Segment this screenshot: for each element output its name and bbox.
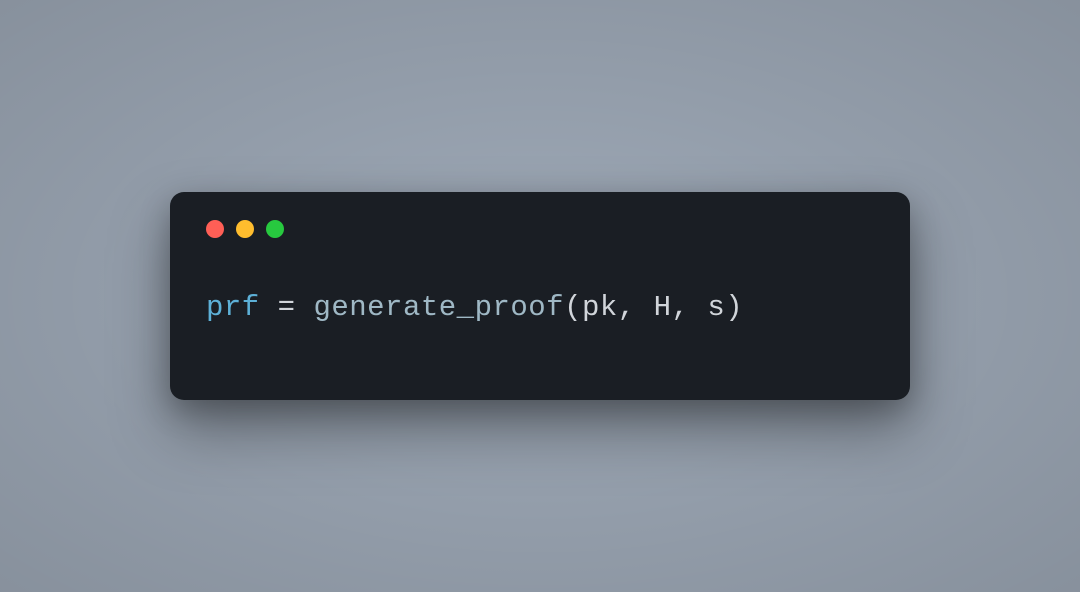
code-variable: prf — [206, 291, 260, 324]
code-sep-2: , — [672, 291, 708, 324]
close-icon[interactable] — [206, 220, 224, 238]
zoom-icon[interactable] — [266, 220, 284, 238]
minimize-icon[interactable] — [236, 220, 254, 238]
code-close-paren: ) — [725, 291, 743, 324]
code-arg-2: H — [654, 291, 672, 324]
terminal-window: prf = generate_proof(pk, H, s) — [170, 192, 910, 401]
code-sep-1: , — [618, 291, 654, 324]
code-assign: = — [260, 291, 314, 324]
code-arg-3: s — [707, 291, 725, 324]
titlebar-controls — [206, 220, 874, 238]
code-line: prf = generate_proof(pk, H, s) — [206, 288, 874, 329]
code-function: generate_proof — [313, 291, 564, 324]
code-open-paren: ( — [564, 291, 582, 324]
code-arg-1: pk — [582, 291, 618, 324]
